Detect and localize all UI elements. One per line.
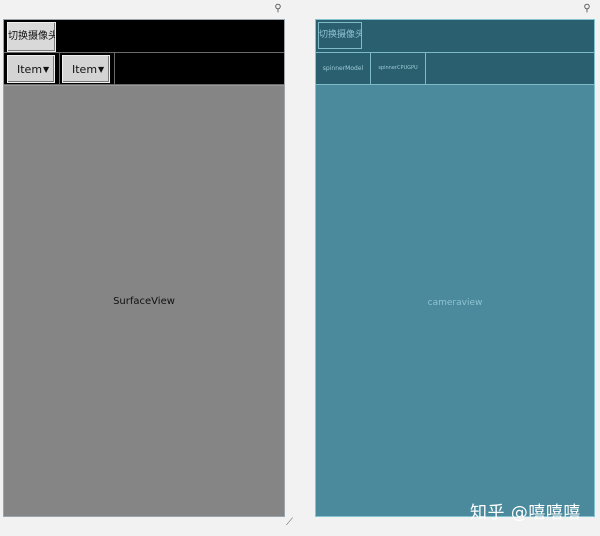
divider	[59, 53, 60, 85]
divider	[114, 53, 115, 85]
watermark: 知乎 @嘻嘻嘻	[470, 503, 581, 523]
camera-view[interactable]: cameraview	[316, 85, 594, 516]
toolbar-row: 切换摄像头	[316, 20, 594, 53]
switch-camera-button[interactable]: 切换摄像头	[7, 22, 56, 52]
pin-icon[interactable]: ⚲	[273, 3, 283, 15]
surface-view[interactable]: SurfaceView	[4, 85, 284, 516]
dropdown-arrow-icon: ▼	[43, 65, 50, 74]
gpu-spinner[interactable]: spinnerCPUGPU	[371, 53, 426, 84]
spinner-row: spinnerModel spinnerCPUGPU	[316, 53, 594, 85]
model-spinner[interactable]: spinnerModel	[316, 53, 371, 84]
dropdown-arrow-icon: ▼	[98, 65, 105, 74]
toolbar-row: 切换摄像头	[4, 20, 284, 53]
spinner-row: Item▼ Item▼	[4, 53, 284, 85]
blueprint-view-panel: 切换摄像头 spinnerModel spinnerCPUGPU camerav…	[315, 19, 595, 517]
design-view-panel: 切换摄像头 Item▼ Item▼ SurfaceView	[3, 19, 285, 517]
spinner-label: Item	[17, 63, 43, 76]
resize-handle-icon[interactable]: ⟋	[286, 517, 298, 529]
switch-camera-button[interactable]: 切换摄像头	[318, 22, 362, 49]
pin-icon[interactable]: ⚲	[582, 3, 592, 15]
gpu-spinner[interactable]: Item▼	[62, 55, 110, 83]
model-spinner[interactable]: Item▼	[7, 55, 55, 83]
spinner-label: Item	[72, 63, 98, 76]
